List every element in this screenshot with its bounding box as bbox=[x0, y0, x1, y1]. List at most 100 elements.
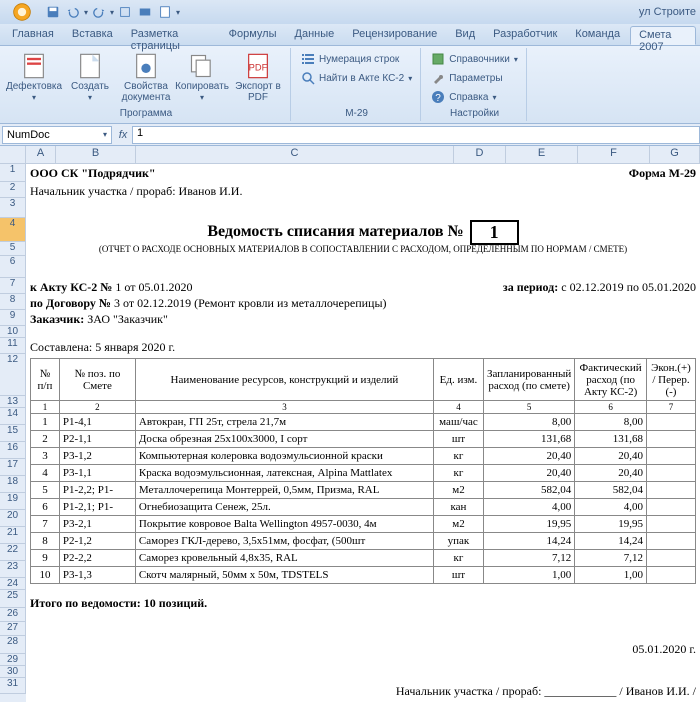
table-row[interactable]: 5Р1-2,2; Р1-Металлочерепица Монтеррей, 0… bbox=[31, 482, 696, 499]
ribbon-group-program: Дефектовка▾ Создать▾ Свойства документа … bbox=[2, 48, 291, 121]
tab-pagelayout[interactable]: Разметка страницы bbox=[123, 26, 219, 45]
doc-title: Ведомость списания материалов №1 bbox=[30, 220, 696, 244]
row-header[interactable]: 15 bbox=[0, 425, 26, 442]
row-header[interactable]: 26 bbox=[0, 608, 26, 622]
row-header[interactable]: 11 bbox=[0, 338, 26, 354]
group-label-m29: М-29 bbox=[299, 108, 414, 119]
row-header[interactable]: 30 bbox=[0, 666, 26, 678]
table-row[interactable]: 9Р2-2,2Саморез кровельный 4,8х35, RALкг7… bbox=[31, 550, 696, 567]
doc-number[interactable]: 1 bbox=[470, 220, 519, 245]
tab-review[interactable]: Рецензирование bbox=[344, 26, 445, 45]
find-act-button[interactable]: Найти в Акте КС-2 ▾ bbox=[299, 69, 414, 87]
quick-access-toolbar: ▾ ▾ ▾ bbox=[44, 3, 180, 21]
ribbon-tabs: Главная Вставка Разметка страницы Формул… bbox=[0, 24, 700, 46]
row-header[interactable]: 4 bbox=[0, 218, 26, 242]
table-row[interactable]: 7Р3-2,1Покрытие ковровое Balta Wellingto… bbox=[31, 516, 696, 533]
ribbon: Дефектовка▾ Создать▾ Свойства документа … bbox=[0, 46, 700, 124]
numbering-button[interactable]: Нумерация строк bbox=[299, 50, 414, 68]
redo-icon[interactable] bbox=[90, 3, 108, 21]
col-header[interactable]: F bbox=[578, 146, 650, 163]
doc-subtitle: (ОТЧЕТ О РАСХОДЕ ОСНОВНЫХ МАТЕРИАЛОВ В С… bbox=[30, 244, 696, 258]
table-row[interactable]: 4Р3-1,1Краска водоэмульсионная, латексна… bbox=[31, 465, 696, 482]
table-row[interactable]: 2Р2-1,1Доска обрезная 25х100х3000, I сор… bbox=[31, 431, 696, 448]
row-header[interactable]: 28 bbox=[0, 636, 26, 654]
row-header[interactable]: 8 bbox=[0, 294, 26, 310]
row-header[interactable]: 14 bbox=[0, 408, 26, 425]
list-icon bbox=[301, 52, 315, 66]
name-box[interactable]: NumDoc▾ bbox=[2, 126, 112, 144]
row-header[interactable]: 9 bbox=[0, 310, 26, 326]
table-row[interactable]: 1Р1-4,1Автокран, ГП 25т, стрела 21,7ммаш… bbox=[31, 414, 696, 431]
row-header[interactable]: 22 bbox=[0, 544, 26, 561]
row-header[interactable]: 25 bbox=[0, 590, 26, 608]
col-header[interactable]: D bbox=[454, 146, 506, 163]
help-button[interactable]: ?Справка ▾ bbox=[429, 88, 520, 106]
row-header[interactable]: 31 bbox=[0, 678, 26, 694]
row-header[interactable]: 21 bbox=[0, 527, 26, 544]
formula-input[interactable]: 1 bbox=[132, 126, 700, 144]
row-header[interactable]: 24 bbox=[0, 578, 26, 590]
row-header[interactable]: 13 bbox=[0, 396, 26, 408]
row-header[interactable]: 7 bbox=[0, 278, 26, 294]
qat-icon-5[interactable] bbox=[136, 3, 154, 21]
total-line: Итого по ведомости: 10 позиций. bbox=[30, 596, 696, 614]
row-header[interactable]: 29 bbox=[0, 654, 26, 666]
row-header[interactable]: 6 bbox=[0, 256, 26, 278]
references-button[interactable]: Справочники ▾ bbox=[429, 50, 520, 68]
row-header[interactable]: 1 bbox=[0, 164, 26, 182]
qat-icon-4[interactable] bbox=[116, 3, 134, 21]
row-header[interactable]: 20 bbox=[0, 510, 26, 527]
save-icon[interactable] bbox=[44, 3, 62, 21]
col-header[interactable]: B bbox=[56, 146, 136, 163]
exportpdf-button[interactable]: PDFЭкспорт в PDF bbox=[232, 50, 284, 105]
tab-developer[interactable]: Разработчик bbox=[485, 26, 565, 45]
col-header[interactable]: E bbox=[506, 146, 578, 163]
office-button[interactable] bbox=[4, 0, 40, 24]
qat-icon-6[interactable] bbox=[156, 3, 174, 21]
row-header[interactable]: 19 bbox=[0, 493, 26, 510]
row-header[interactable]: 27 bbox=[0, 622, 26, 636]
row-header[interactable]: 5 bbox=[0, 242, 26, 256]
row-header[interactable]: 16 bbox=[0, 442, 26, 459]
table-row[interactable]: 8Р2-1,2Саморез ГКЛ-дерево, 3,5х51мм, фос… bbox=[31, 533, 696, 550]
tab-smeta[interactable]: Смета 2007 bbox=[630, 26, 696, 45]
tab-formulas[interactable]: Формулы bbox=[221, 26, 285, 45]
row-header[interactable]: 2 bbox=[0, 182, 26, 198]
chevron-down-icon[interactable]: ▾ bbox=[103, 130, 107, 139]
fx-button[interactable]: fx bbox=[114, 126, 132, 144]
org-name: ООО СК "Подрядчик" bbox=[30, 166, 156, 184]
col-header[interactable]: C bbox=[136, 146, 454, 163]
row-header[interactable]: 18 bbox=[0, 476, 26, 493]
row-header[interactable]: 10 bbox=[0, 326, 26, 338]
tab-team[interactable]: Команда bbox=[567, 26, 628, 45]
table-row[interactable]: 10Р3-1,3Скотч малярный, 50мм х 50м, TDST… bbox=[31, 567, 696, 584]
params-button[interactable]: Параметры bbox=[429, 69, 520, 87]
defects-button[interactable]: Дефектовка▾ bbox=[8, 50, 60, 104]
column-headers: A B C D E F G bbox=[26, 146, 700, 164]
col-header[interactable]: A bbox=[26, 146, 56, 163]
create-button[interactable]: Создать▾ bbox=[64, 50, 116, 104]
row-header[interactable]: 23 bbox=[0, 561, 26, 578]
spreadsheet-grid[interactable]: 1 2 3 4 5 6 7 8 9 10 11 12 13 14 15 16 1… bbox=[0, 164, 700, 702]
tab-data[interactable]: Данные bbox=[287, 26, 343, 45]
undo-icon[interactable] bbox=[64, 3, 82, 21]
table-row[interactable]: 3Р3-1,2Компьютерная колеровка водоэмульс… bbox=[31, 448, 696, 465]
wrench-icon bbox=[431, 71, 445, 85]
window-title: ул Строите bbox=[639, 6, 696, 18]
svg-text:PDF: PDF bbox=[249, 63, 268, 73]
col-header[interactable]: G bbox=[650, 146, 700, 163]
tab-view[interactable]: Вид bbox=[447, 26, 483, 45]
formula-bar: NumDoc▾ fx 1 bbox=[0, 124, 700, 146]
foreman-name: Иванов И.И. bbox=[179, 184, 243, 198]
docprops-button[interactable]: Свойства документа bbox=[120, 50, 172, 105]
select-all-corner[interactable] bbox=[0, 146, 26, 164]
row-header[interactable]: 12 bbox=[0, 354, 26, 396]
row-header[interactable]: 3 bbox=[0, 198, 26, 218]
tab-insert[interactable]: Вставка bbox=[64, 26, 121, 45]
tab-home[interactable]: Главная bbox=[4, 26, 62, 45]
table-row[interactable]: 6Р1-2,1; Р1-Огнебиозащита Сенеж, 25л.кан… bbox=[31, 499, 696, 516]
row-header[interactable]: 17 bbox=[0, 459, 26, 476]
copy-button[interactable]: Копировать▾ bbox=[176, 50, 228, 104]
document-area[interactable]: ООО СК "Подрядчик" Форма М-29 Начальник … bbox=[26, 164, 700, 702]
help-icon: ? bbox=[431, 90, 445, 104]
